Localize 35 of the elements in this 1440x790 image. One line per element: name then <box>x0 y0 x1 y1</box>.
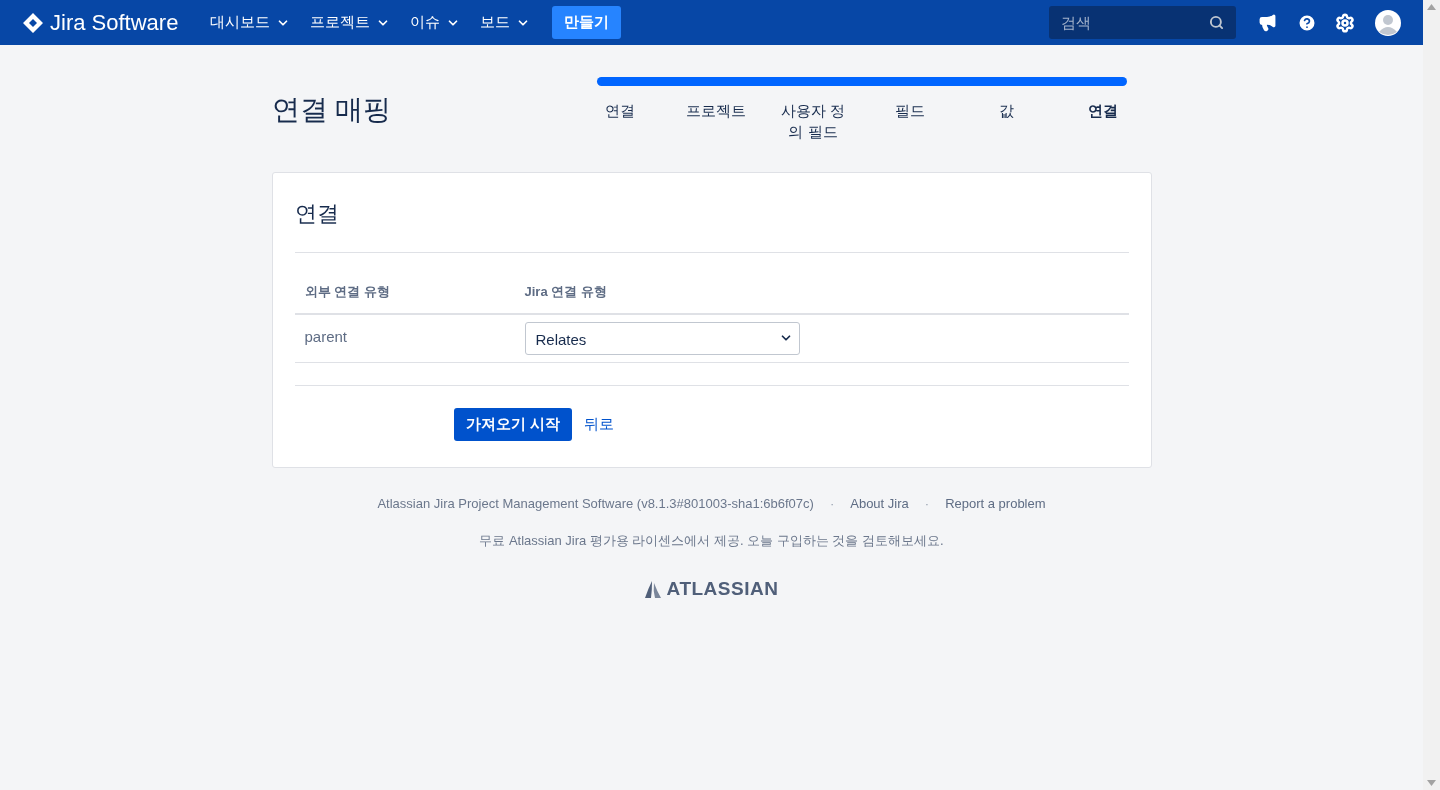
column-header: 외부 연결 유형 <box>304 284 390 299</box>
product-logo-text: Jira Software <box>50 11 179 34</box>
footer-separator: · <box>923 495 931 513</box>
brand-wordmark: ATLASSIAN <box>666 577 779 601</box>
settings-icon[interactable] <box>1335 12 1355 33</box>
page-title: 연결 매핑 <box>271 93 393 127</box>
footer-separator: · <box>828 495 836 513</box>
search-icon <box>1209 15 1224 30</box>
footer-link[interactable]: Report a problem <box>945 494 1046 514</box>
table-cell: parent <box>304 328 348 345</box>
megaphone-icon[interactable] <box>1258 13 1277 32</box>
license-notice: 무료 Atlassian Jira 평가용 라이센스에서 제공. 오늘 구입하는 것을 검토해보세요. <box>478 531 945 550</box>
atlassian-logo-icon <box>644 580 661 598</box>
footer-text: Atlassian Jira Project Management Software (v8.1.3#801003-sha1:6b6f07c) <box>377 495 814 513</box>
nav-menu[interactable]: 대시보드 <box>200 5 301 40</box>
progress-step: 값 <box>970 100 1043 142</box>
progress-step: 사용자 정의 필드 <box>777 100 849 142</box>
progress-step: 연결 <box>1066 100 1139 142</box>
progress-step: 연결 <box>583 100 656 142</box>
panel-title: 연결 <box>294 173 1129 253</box>
search-field[interactable]: 검색 <box>1049 6 1236 39</box>
nav-menu[interactable]: 보드 <box>470 5 541 40</box>
help-icon[interactable] <box>1297 12 1317 33</box>
diamond-logo-icon <box>22 11 44 34</box>
progress-step: 프로젝트 <box>680 100 753 142</box>
create-button[interactable]: 만들기 <box>552 6 622 39</box>
nav-menu[interactable]: 이슈 <box>400 5 471 40</box>
avatar-icon[interactable] <box>1375 9 1401 36</box>
back-link[interactable]: 뒤로 <box>583 413 614 436</box>
nav-menu[interactable]: 프로젝트 <box>300 5 401 40</box>
column-header: Jira 연결 유형 <box>524 284 607 299</box>
link-type-select[interactable]: Relates <box>524 322 800 355</box>
progress-step: 필드 <box>873 100 946 142</box>
footer-link[interactable]: About Jira <box>850 494 909 514</box>
start-import-button[interactable]: 가져오기 시작 <box>453 408 572 441</box>
